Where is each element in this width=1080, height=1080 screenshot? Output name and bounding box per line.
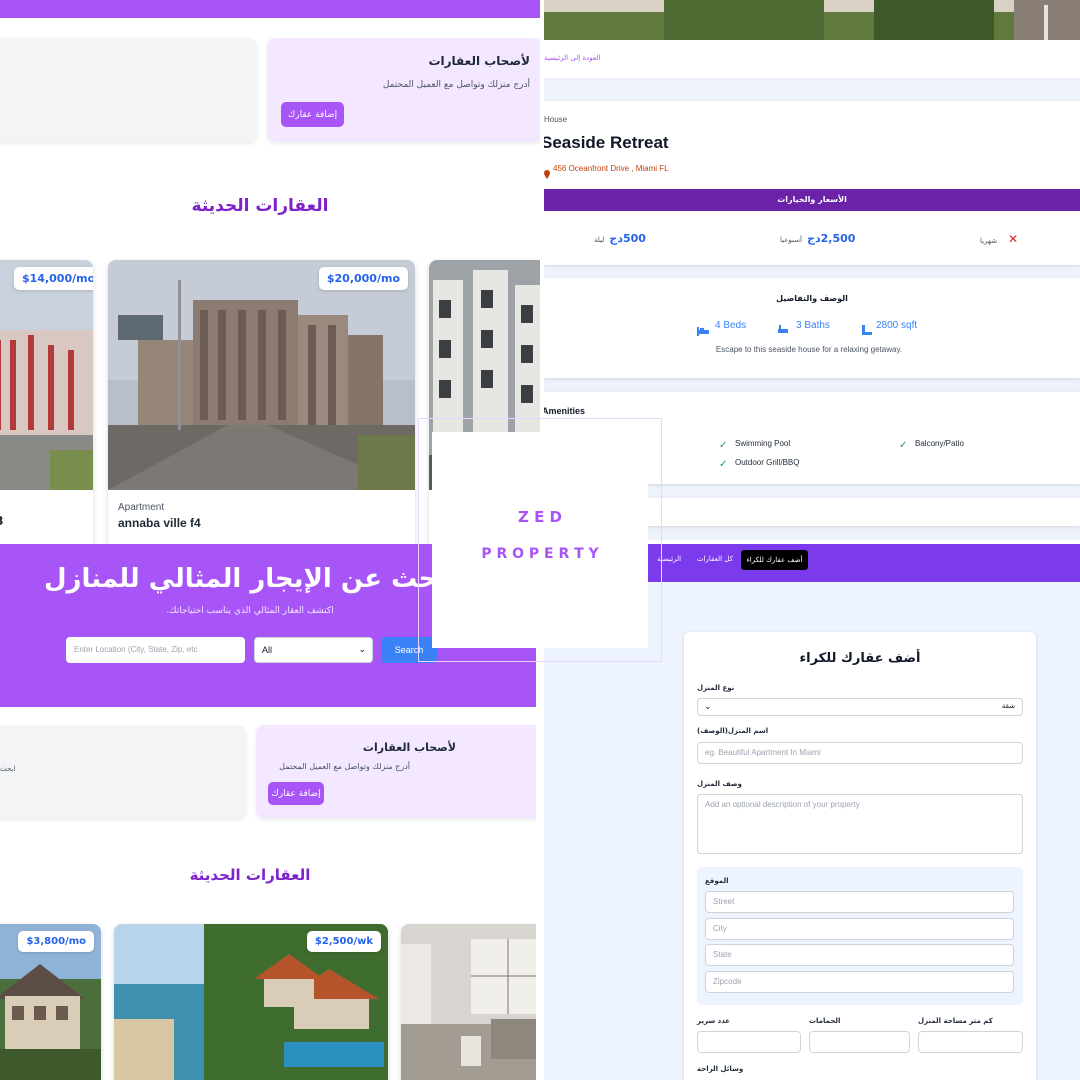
property-photo [0, 260, 93, 490]
area-input[interactable] [918, 1031, 1023, 1053]
property-card[interactable]: $2,500/wk [114, 924, 388, 1080]
property-photo [108, 260, 415, 490]
logo-line-zed: Z E D [517, 508, 563, 526]
property-type-select[interactable]: All ⌄ [254, 637, 373, 663]
state-input[interactable]: State [705, 944, 1014, 966]
back-to-home-link[interactable]: العودة إلى الرئيسية [544, 54, 600, 62]
beds-count: 4 Beds [715, 320, 747, 331]
unavailable-x-icon: ✕ [1008, 232, 1019, 246]
beds-label: عدد سرير [697, 1017, 731, 1025]
amenity-item: Outdoor Grill/BBQ [735, 458, 800, 467]
owners-card-title: لأصحاب العقارات [428, 54, 530, 68]
description-textarea[interactable]: Add an optional description of your prop… [697, 794, 1023, 854]
select-value: شقة [1001, 703, 1015, 710]
price-nightly: 500دج ليلة [594, 227, 646, 246]
property-description: Escape to this seaside house for a relax… [715, 345, 903, 354]
area-label: كم متر مساحة المنزل [918, 1017, 993, 1025]
select-value: All [262, 645, 273, 655]
property-name: f3 [0, 514, 4, 528]
owners-card-title: لأصحاب العقارات [362, 741, 456, 754]
logo-frame [418, 418, 662, 662]
baths-input[interactable] [809, 1031, 910, 1053]
recent-properties-title: العقارات الحديثة [189, 866, 311, 884]
location-pin-icon [544, 164, 550, 183]
property-hero-image [544, 0, 1080, 40]
zed-property-logo: Z E D P R O P E R T Y [418, 418, 662, 662]
form-title: أضف عقارك للكراء [799, 651, 921, 666]
hero-banner-edge [0, 0, 540, 18]
price-weekly: 2,500دج أسبوعيا [780, 227, 855, 246]
description-label: وصف المنزل [697, 780, 742, 788]
ruler-icon [862, 320, 872, 339]
price-period: ليلة [594, 236, 605, 244]
type-label: نوع المنزل [697, 684, 735, 692]
price-badge: $3,800/mo [18, 931, 94, 952]
price-monthly: شهريا ✕ [980, 228, 1018, 247]
type-select[interactable]: شقة ⌄ [697, 698, 1023, 716]
baths-count: 3 Baths [796, 320, 830, 331]
price-period: أسبوعيا [780, 236, 802, 244]
property-type: House [544, 115, 568, 124]
price-value: 500دج [609, 232, 646, 245]
chevron-down-icon: ⌄ [358, 644, 366, 654]
owners-card-subtitle: أدرج منزلك وتواصل مع العميل المحتمل [382, 80, 530, 90]
price-badge: $2,500/wk [306, 931, 381, 952]
baths-label: الحمامات [809, 1017, 841, 1025]
description-card: الوصف والتفاصيل 4 Beds 3 Baths 2800 sqft… [544, 278, 1080, 378]
chevron-down-icon: ⌄ [704, 701, 712, 711]
property-card[interactable] [401, 924, 536, 1080]
property-title: Seaside Retreat [544, 133, 669, 152]
recent-properties-title: العقارات الحديثة [191, 196, 329, 216]
nav-all-properties-link[interactable]: كل العقارات [697, 555, 733, 563]
name-input[interactable]: eg. Beautiful Apartment In Miami [697, 742, 1023, 764]
logo-line-property: P R O P E R T Y [481, 546, 599, 562]
bath-icon [778, 320, 788, 339]
property-address: 456 Oceanfront Drive , Miami FL [553, 164, 669, 173]
back-bar: العودة إلى الرئيسية [544, 40, 1080, 78]
amenity-item: Balcony/Patio [915, 439, 964, 448]
location-search-input[interactable]: Enter Location (City, State, Zip, etc [66, 637, 245, 663]
beds-input[interactable] [697, 1031, 801, 1053]
amenities-header: Amenities [544, 406, 586, 416]
property-name: annaba ville f4 [118, 516, 201, 530]
price-badge: $14,000/mo [14, 267, 93, 290]
city-input[interactable]: City [705, 918, 1014, 940]
pricing-header: الأسعار والخيارات [544, 189, 1080, 211]
property-type: Apartment [118, 502, 165, 513]
location-section: الموقع Street City State Zipcode [697, 867, 1023, 1005]
bed-icon [697, 321, 709, 340]
price-period: شهريا [980, 237, 998, 245]
property-photo [401, 924, 536, 1080]
price-value: 2,500دج [807, 232, 856, 245]
property-summary-card: House Seaside Retreat 456 Oceanfront Dri… [544, 101, 1080, 265]
renters-card: ابحث [0, 725, 246, 818]
check-icon: ✓ [899, 440, 908, 451]
add-property-button[interactable]: إضافة عقارك [268, 782, 324, 805]
owners-card-subtitle: أدرج منزلك وتواصل مع العميل المحتمل [279, 762, 410, 771]
property-card[interactable]: $14,000/mo f3 [0, 260, 93, 544]
name-label: اسم المنزل(الوصف) [697, 727, 769, 735]
renters-card-text: ابحث [0, 765, 16, 773]
street-input[interactable]: Street [705, 891, 1014, 913]
renters-card [0, 38, 257, 142]
amenity-item: Swimming Pool [735, 439, 791, 448]
add-property-button[interactable]: إضافة عقارك [281, 102, 344, 127]
nav-add-property-button[interactable]: أضف عقارك للكراء [741, 550, 808, 570]
area-size: 2800 sqft [876, 320, 918, 331]
price-badge: $20,000/mo [318, 267, 408, 290]
owners-card: لأصحاب العقارات أدرج منزلك وتواصل مع الع… [267, 38, 540, 142]
add-property-form: أضف عقارك للكراء نوع المنزل شقة ⌄ اسم ال… [684, 632, 1036, 1080]
check-icon: ✓ [719, 440, 728, 451]
owners-card: لأصحاب العقارات أدرج منزلك وتواصل مع الع… [256, 725, 536, 818]
check-icon: ✓ [719, 459, 728, 470]
zipcode-input[interactable]: Zipcode [705, 971, 1014, 993]
property-card[interactable]: $20,000/mo Apartment annaba ville f4 [108, 260, 415, 544]
description-header: الوصف والتفاصيل [776, 294, 848, 303]
amenities-label: وسائل الراحة [697, 1065, 744, 1073]
location-label: الموقع [705, 877, 729, 885]
property-card[interactable]: $3,800/mo [0, 924, 101, 1080]
